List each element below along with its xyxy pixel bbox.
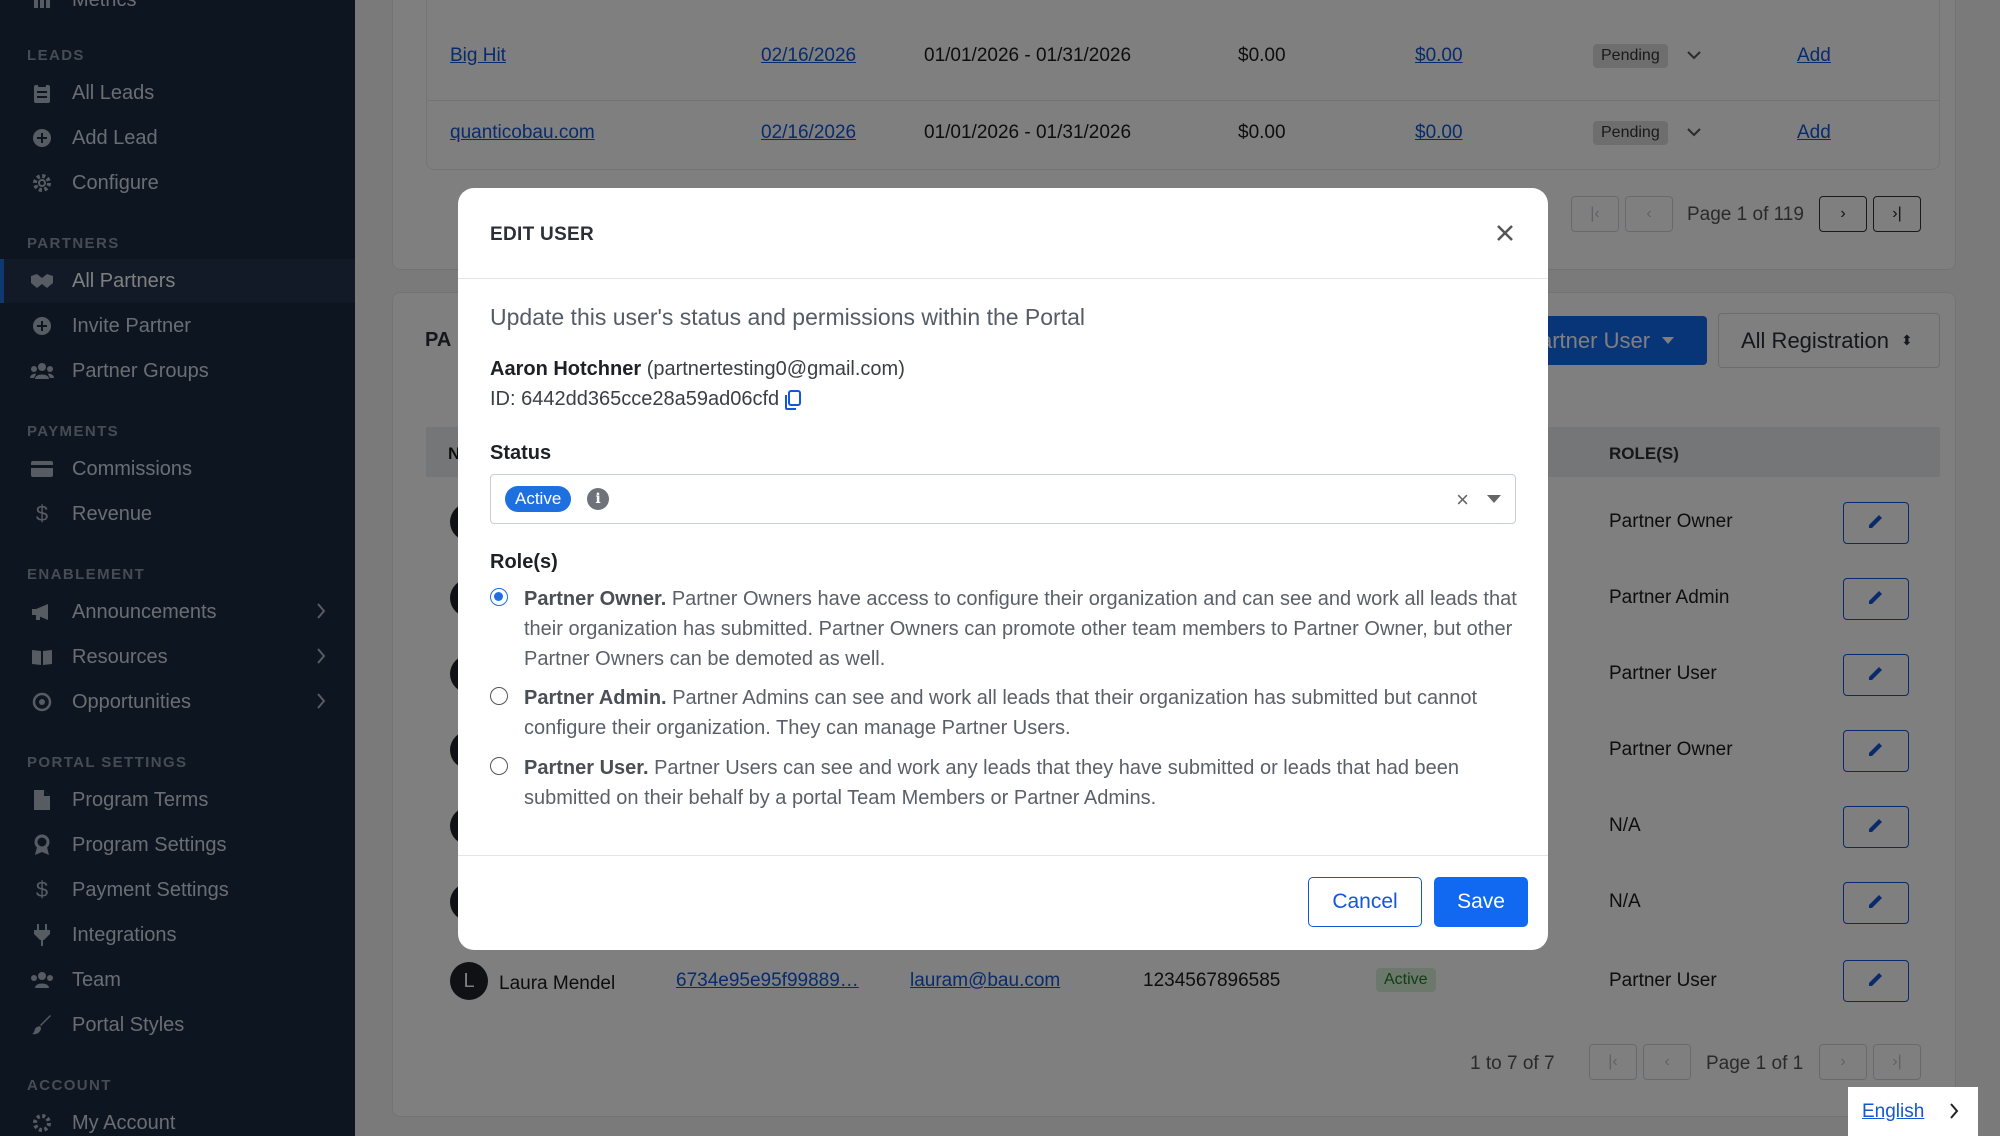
roles-label: Role(s): [490, 551, 558, 573]
radio-partner-owner[interactable]: [490, 588, 508, 606]
role-option-partner-admin[interactable]: Partner Admin. Partner Admins can see an…: [490, 683, 1520, 743]
language-selector[interactable]: English: [1848, 1087, 1978, 1136]
copy-icon[interactable]: [785, 389, 802, 410]
caret-down-icon[interactable]: [1487, 495, 1501, 503]
chevron-right-icon: [1948, 1101, 1960, 1127]
role-name: Partner Admin.: [524, 687, 667, 709]
role-description: Partner Admin. Partner Admins can see an…: [524, 683, 1520, 743]
edit-user-modal: EDIT USER Update this user's status and …: [458, 188, 1548, 950]
clear-icon[interactable]: ×: [1456, 487, 1469, 513]
status-label: Status: [490, 442, 552, 464]
info-icon[interactable]: i: [587, 488, 609, 510]
role-description: Partner Owner. Partner Owners have acces…: [524, 584, 1520, 674]
radio-partner-admin[interactable]: [490, 687, 508, 705]
user-name: Aaron Hotchner: [490, 358, 642, 380]
role-desc: Partner Users can see and work any leads…: [524, 757, 1459, 809]
cancel-button[interactable]: Cancel: [1308, 877, 1422, 927]
save-button[interactable]: Save: [1434, 877, 1528, 927]
user-id-row: ID: 6442dd365cce28a59ad06cfd: [490, 388, 802, 411]
status-chip[interactable]: Active: [505, 486, 572, 512]
role-desc: Partner Admins can see and work all lead…: [524, 687, 1478, 739]
user-id: ID: 6442dd365cce28a59ad06cfd: [490, 388, 780, 410]
modal-footer: Cancel Save: [458, 855, 1548, 950]
user-email: (partnertesting0@gmail.com): [646, 358, 905, 380]
role-description: Partner User. Partner Users can see and …: [524, 753, 1520, 813]
close-icon[interactable]: [1490, 218, 1520, 248]
role-desc: Partner Owners have access to configure …: [524, 588, 1517, 670]
status-select[interactable]: Active i ×: [490, 474, 1516, 524]
radio-partner-user[interactable]: [490, 757, 508, 775]
user-identity: Aaron Hotchner (partnertesting0@gmail.co…: [490, 358, 905, 381]
modal-subtitle: Update this user's status and permission…: [490, 304, 1086, 330]
modal-header: EDIT USER: [458, 188, 1548, 279]
role-name: Partner User.: [524, 757, 649, 779]
role-name: Partner Owner.: [524, 588, 667, 610]
role-option-partner-user[interactable]: Partner User. Partner Users can see and …: [490, 753, 1520, 813]
modal-title: EDIT USER: [490, 224, 595, 245]
language-link[interactable]: English: [1862, 1101, 1924, 1123]
role-option-partner-owner[interactable]: Partner Owner. Partner Owners have acces…: [490, 584, 1520, 674]
